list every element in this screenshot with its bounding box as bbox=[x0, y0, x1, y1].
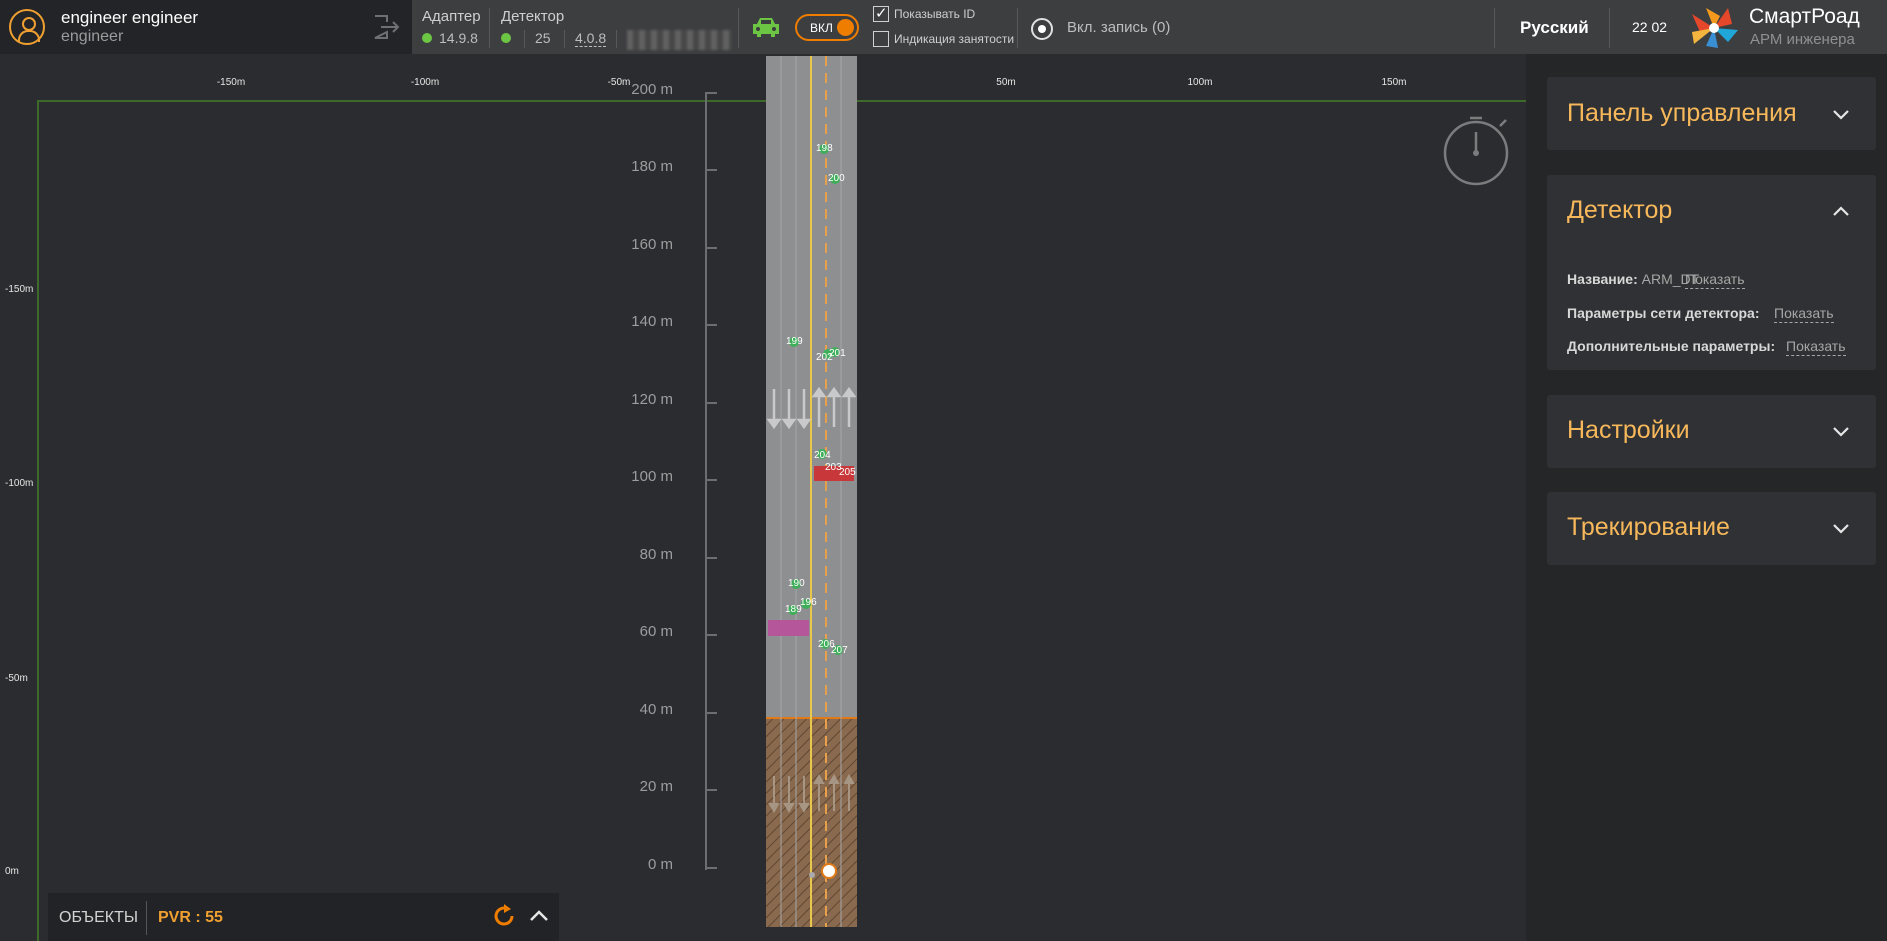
object-id[interactable]: 199 bbox=[786, 336, 803, 347]
adapter-status-icon bbox=[422, 33, 432, 43]
user-avatar-icon[interactable] bbox=[9, 9, 45, 45]
logo-title: СмартРоад bbox=[1749, 5, 1860, 28]
detector-name-row: Название: ARM_DT bbox=[1567, 271, 1699, 287]
car-icon[interactable] bbox=[751, 15, 781, 39]
divider bbox=[616, 30, 617, 48]
occupancy-label: Индикация занятости bbox=[894, 32, 1015, 46]
adapter-version: 14.9.8 bbox=[439, 30, 478, 46]
user-name: engineer engineer bbox=[61, 8, 199, 27]
refresh-icon[interactable] bbox=[492, 904, 516, 928]
vehicle-queue bbox=[768, 620, 809, 636]
sensor-icon bbox=[821, 863, 837, 879]
divider bbox=[1494, 8, 1495, 48]
logout-icon[interactable] bbox=[372, 14, 400, 40]
map-view[interactable]: -150m -100m -50m 0m 50m 100m 150m -150m … bbox=[0, 54, 1526, 941]
occupancy-checkbox[interactable] bbox=[873, 31, 889, 47]
adapter-label: Адаптер bbox=[422, 8, 481, 25]
blurred-address bbox=[627, 30, 732, 50]
record-label: Вкл. запись (0) bbox=[1067, 19, 1171, 36]
divider bbox=[1017, 8, 1018, 48]
toggle-label: ВКЛ bbox=[810, 21, 833, 35]
chevron-down-icon[interactable] bbox=[1832, 426, 1850, 438]
right-panel: Панель управления Детектор Название: ARM… bbox=[1526, 54, 1887, 941]
show-id-checkbox[interactable] bbox=[873, 4, 889, 22]
chevron-up-icon[interactable] bbox=[1832, 205, 1850, 217]
distance-ticks bbox=[707, 92, 717, 869]
detector-card: Детектор Название: ARM_DT Показать Парам… bbox=[1547, 175, 1876, 370]
show-name-link[interactable]: Показать bbox=[1685, 271, 1745, 289]
divider bbox=[146, 901, 147, 935]
tracking-card[interactable]: Трекирование bbox=[1547, 492, 1876, 565]
chevron-down-icon[interactable] bbox=[1832, 523, 1850, 535]
object-id[interactable]: 204 bbox=[814, 450, 831, 461]
object-id[interactable]: 201 bbox=[829, 348, 846, 359]
chevron-up-icon[interactable] bbox=[528, 905, 550, 927]
divider bbox=[564, 30, 565, 48]
detector-label: Детектор bbox=[501, 8, 565, 25]
object-id[interactable]: 200 bbox=[828, 173, 845, 184]
toggle-knob bbox=[837, 19, 854, 36]
settings-card[interactable]: Настройки bbox=[1547, 395, 1876, 468]
object-id[interactable]: 190 bbox=[788, 578, 805, 589]
divider bbox=[1609, 8, 1610, 48]
chevron-down-icon[interactable] bbox=[1832, 109, 1850, 121]
detector-name-label: Название: bbox=[1567, 271, 1638, 287]
record-button[interactable] bbox=[1031, 18, 1053, 40]
clock: 22 02 bbox=[1632, 19, 1668, 35]
divider bbox=[738, 8, 739, 48]
network-params-label: Параметры сети детектора: bbox=[1567, 305, 1760, 321]
detector-card-title[interactable]: Детектор bbox=[1567, 196, 1672, 225]
tracking-title: Трекирование bbox=[1567, 513, 1730, 541]
user-role: engineer bbox=[61, 28, 124, 45]
logo-subtitle: АРМ инженера bbox=[1750, 31, 1855, 48]
object-id[interactable]: 207 bbox=[831, 645, 848, 656]
detector-status-icon bbox=[501, 33, 511, 43]
settings-title: Настройки bbox=[1567, 416, 1690, 444]
road-canvas bbox=[707, 56, 857, 927]
control-panel-title: Панель управления bbox=[1567, 99, 1797, 127]
object-id[interactable]: 205 bbox=[839, 467, 856, 478]
detector-count: 25 bbox=[535, 30, 551, 46]
top-bar: engineer engineer engineer Адаптер 14.9.… bbox=[0, 0, 1887, 54]
divider bbox=[524, 30, 525, 48]
extra-params-label: Дополнительные параметры: bbox=[1567, 338, 1776, 354]
object-id[interactable]: 196 bbox=[800, 597, 817, 608]
show-extra-link[interactable]: Показать bbox=[1786, 338, 1846, 356]
divider bbox=[489, 8, 490, 48]
detection-toggle[interactable]: ВКЛ bbox=[795, 14, 859, 41]
stopwatch-icon[interactable] bbox=[1443, 112, 1513, 188]
detector-version[interactable]: 4.0.8 bbox=[575, 30, 607, 47]
objects-panel: ОБЪЕКТЫ PVR : 55 bbox=[48, 893, 559, 941]
pvr-counter: PVR : 55 bbox=[158, 909, 223, 926]
object-id[interactable]: 189 bbox=[785, 604, 802, 615]
show-id-label: Показывать ID bbox=[894, 7, 976, 21]
smartroad-logo-icon bbox=[1692, 8, 1738, 48]
object-id[interactable]: 198 bbox=[816, 143, 833, 154]
language-selector[interactable]: Русский bbox=[1520, 18, 1589, 38]
user-block: engineer engineer engineer bbox=[0, 0, 412, 54]
control-panel-card[interactable]: Панель управления bbox=[1547, 77, 1876, 150]
show-network-link[interactable]: Показать bbox=[1774, 305, 1834, 323]
app-root: engineer engineer engineer Адаптер 14.9.… bbox=[0, 0, 1887, 941]
objects-title: ОБЪЕКТЫ bbox=[59, 909, 139, 926]
